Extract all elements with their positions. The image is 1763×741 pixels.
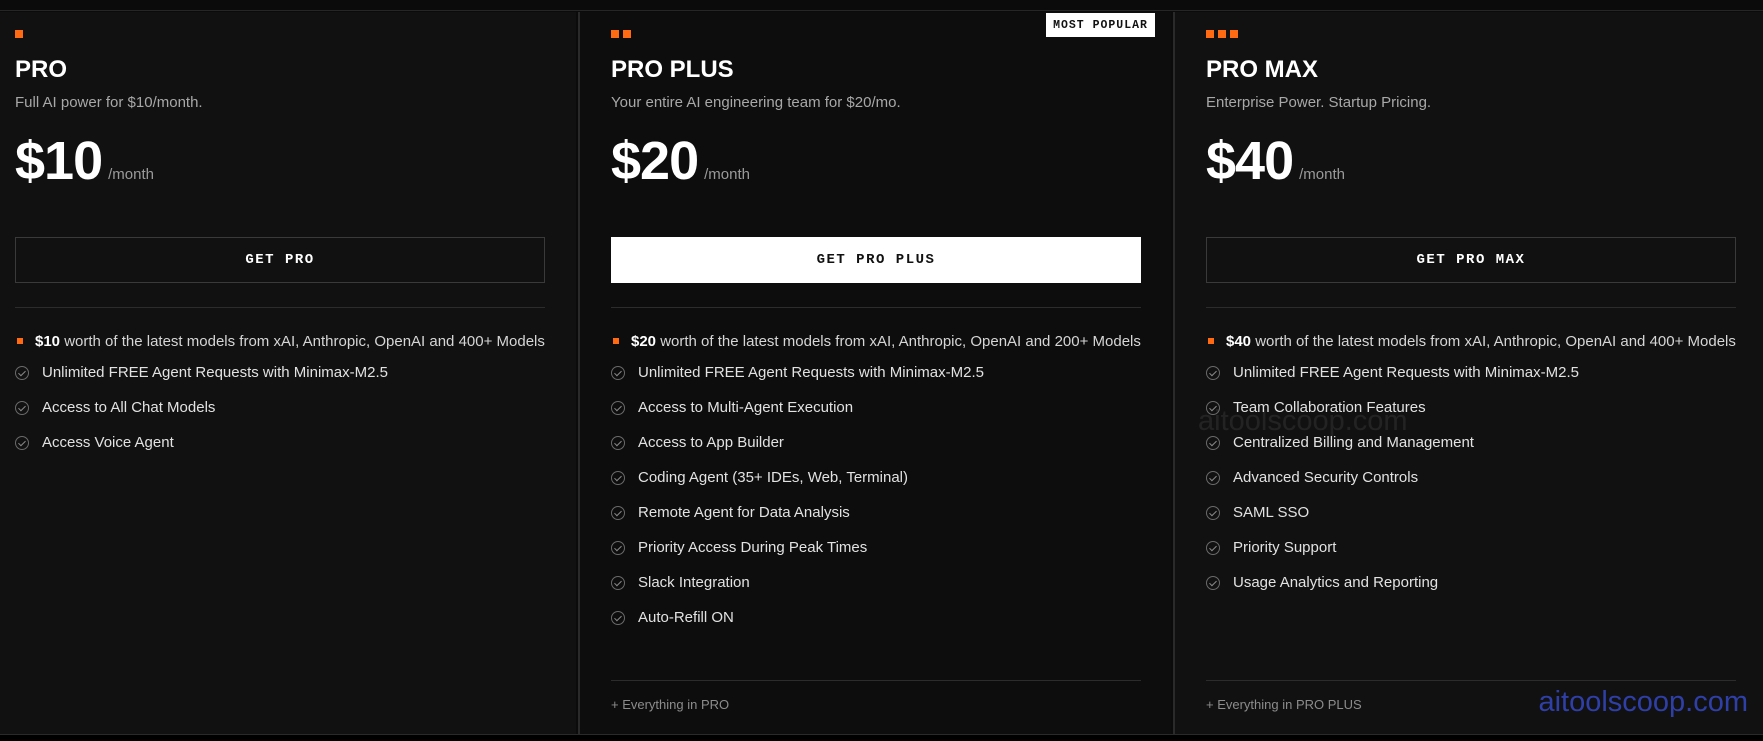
feature-credit: $20 worth of the latest models from xAI,… xyxy=(611,332,1141,351)
check-circle-icon xyxy=(1206,505,1220,520)
feature-list: $20 worth of the latest models from xAI,… xyxy=(611,332,1141,643)
everything-included-note: + Everything in PRO xyxy=(611,697,730,712)
orange-bullet-icon xyxy=(613,338,619,344)
list-item: Access to Multi-Agent Execution xyxy=(611,398,1141,417)
divider xyxy=(1206,307,1736,308)
tier-square-icon xyxy=(1230,30,1238,38)
divider xyxy=(1206,680,1736,681)
list-item: Slack Integration xyxy=(611,573,1141,592)
get-pro-button[interactable]: GET PRO xyxy=(15,237,545,283)
plan-period: /month xyxy=(108,166,154,183)
check-circle-icon xyxy=(611,540,625,555)
plan-tagline: Enterprise Power. Startup Pricing. xyxy=(1206,94,1432,111)
check-circle-icon xyxy=(611,365,625,380)
plan-price: $40 xyxy=(1206,131,1294,191)
price-row: $10 /month xyxy=(15,130,154,192)
check-circle-icon xyxy=(611,435,625,450)
price-row: $20 /month xyxy=(611,130,750,192)
orange-bullet-icon xyxy=(1208,338,1214,344)
watermark: aitoolscoop.com xyxy=(1538,686,1748,718)
plan-price: $20 xyxy=(611,131,699,191)
tier-square-icon xyxy=(1206,30,1214,38)
list-item: Priority Support xyxy=(1206,538,1736,557)
check-circle-icon xyxy=(15,435,29,450)
get-pro-plus-button[interactable]: GET PRO PLUS xyxy=(611,237,1141,283)
check-circle-icon xyxy=(611,470,625,485)
orange-bullet-icon xyxy=(17,338,23,344)
watermark-faint: aitoolscoop.com xyxy=(1198,405,1408,437)
plan-name: PRO xyxy=(15,56,68,83)
tier-indicator xyxy=(611,30,631,38)
check-circle-icon xyxy=(1206,470,1220,485)
credit-amount: $10 xyxy=(35,333,61,350)
divider xyxy=(611,680,1141,681)
list-item: Unlimited FREE Agent Requests with Minim… xyxy=(1206,363,1736,382)
feature-credit: $40 worth of the latest models from xAI,… xyxy=(1206,332,1736,351)
list-item: Access to App Builder xyxy=(611,433,1141,452)
feature-list: $10 worth of the latest models from xAI,… xyxy=(15,332,545,468)
everything-included-note: + Everything in PRO PLUS xyxy=(1206,697,1362,712)
tier-square-icon xyxy=(611,30,619,38)
credit-amount: $20 xyxy=(631,333,657,350)
list-item: SAML SSO xyxy=(1206,503,1736,522)
list-item: Remote Agent for Data Analysis xyxy=(611,503,1141,522)
feature-list: $40 worth of the latest models from xAI,… xyxy=(1206,332,1736,608)
price-row: $40 /month xyxy=(1206,130,1345,192)
check-circle-icon xyxy=(611,575,625,590)
list-item: Access Voice Agent xyxy=(15,433,545,452)
list-item: Unlimited FREE Agent Requests with Minim… xyxy=(15,363,545,382)
plan-card-pro-max: PRO MAX Enterprise Power. Startup Pricin… xyxy=(1173,12,1763,734)
feature-credit: $10 worth of the latest models from xAI,… xyxy=(15,332,545,351)
list-item: Usage Analytics and Reporting xyxy=(1206,573,1736,592)
top-border xyxy=(0,0,1763,11)
bottom-border xyxy=(0,734,1763,741)
divider xyxy=(15,307,545,308)
check-circle-icon xyxy=(1206,540,1220,555)
check-circle-icon xyxy=(15,365,29,380)
list-item: Auto-Refill ON xyxy=(611,608,1141,627)
tier-square-icon xyxy=(623,30,631,38)
check-circle-icon xyxy=(15,400,29,415)
plan-tagline: Your entire AI engineering team for $20/… xyxy=(611,94,901,111)
plan-period: /month xyxy=(704,166,750,183)
credit-description: worth of the latest models from xAI, Ant… xyxy=(656,333,1141,350)
plan-name: PRO MAX xyxy=(1206,56,1319,83)
most-popular-badge: MOST POPULAR xyxy=(1046,13,1155,37)
plan-card-pro: PRO Full AI power for $10/month. $10 /mo… xyxy=(0,12,576,734)
plan-card-pro-plus: MOST POPULAR PRO PLUS Your entire AI eng… xyxy=(578,12,1171,734)
plan-period: /month xyxy=(1299,166,1345,183)
credit-description: worth of the latest models from xAI, Ant… xyxy=(60,333,545,350)
list-item: Advanced Security Controls xyxy=(1206,468,1736,487)
check-circle-icon xyxy=(611,610,625,625)
check-circle-icon xyxy=(1206,365,1220,380)
plan-price: $10 xyxy=(15,131,103,191)
check-circle-icon xyxy=(611,400,625,415)
list-item: Unlimited FREE Agent Requests with Minim… xyxy=(611,363,1141,382)
plan-tagline: Full AI power for $10/month. xyxy=(15,94,203,111)
list-item: Coding Agent (35+ IDEs, Web, Terminal) xyxy=(611,468,1141,487)
check-circle-icon xyxy=(1206,575,1220,590)
get-pro-max-button[interactable]: GET PRO MAX xyxy=(1206,237,1736,283)
tier-indicator xyxy=(15,30,23,38)
check-circle-icon xyxy=(611,505,625,520)
tier-square-icon xyxy=(15,30,23,38)
list-item: Access to All Chat Models xyxy=(15,398,545,417)
list-item: Priority Access During Peak Times xyxy=(611,538,1141,557)
tier-indicator xyxy=(1206,30,1238,38)
credit-amount: $40 xyxy=(1226,333,1252,350)
credit-description: worth of the latest models from xAI, Ant… xyxy=(1251,333,1736,350)
tier-square-icon xyxy=(1218,30,1226,38)
divider xyxy=(611,307,1141,308)
plan-name: PRO PLUS xyxy=(611,56,734,83)
